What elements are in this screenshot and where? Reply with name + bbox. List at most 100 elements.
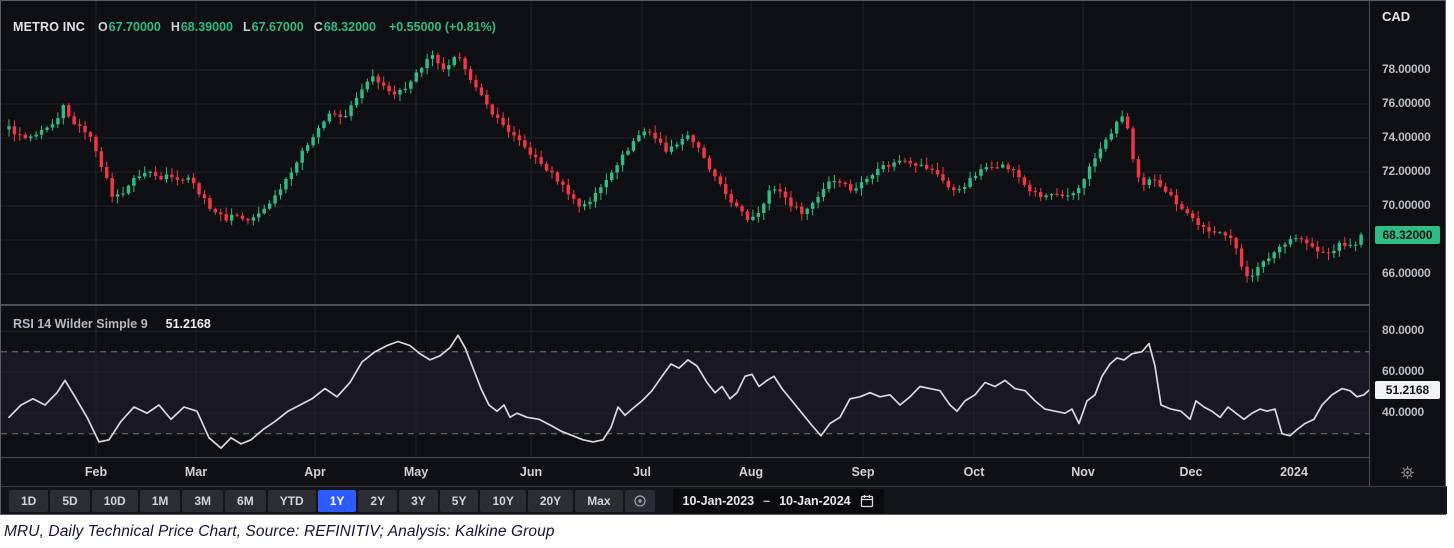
time-axis[interactable]: Feb Mar Apr May Jun Jul Aug Sep Oct Nov Dec 2024 — [1, 458, 1369, 486]
candle-body — [729, 194, 733, 203]
ohlc-item: H68.39000 — [170, 20, 233, 34]
candle-body — [77, 124, 82, 126]
candle-body — [1326, 252, 1331, 254]
price-chart-canvas[interactable] — [1, 1, 1369, 304]
candle-body — [240, 215, 245, 219]
price-tick: 74.00000 — [1382, 130, 1431, 144]
range-button-10d[interactable]: 10D — [91, 489, 138, 512]
candle-body — [1000, 164, 1005, 168]
candle-body — [387, 85, 391, 92]
candle-body — [1261, 261, 1266, 268]
candle-body — [474, 80, 478, 88]
candle-body — [935, 169, 940, 175]
last-price-badge: 68.32000 — [1375, 225, 1440, 244]
range-button-10y[interactable]: 10Y — [480, 489, 526, 512]
range-button-1y[interactable]: 1Y — [317, 489, 357, 512]
candle-body — [772, 189, 777, 191]
candle-body — [979, 169, 983, 176]
candle-body — [506, 124, 511, 132]
candle-body — [718, 176, 723, 185]
candle-body — [105, 167, 109, 179]
range-button-20y[interactable]: 20Y — [527, 489, 574, 512]
rsi-indicator-title: RSI 14 Wilder Simple 9 — [13, 317, 148, 331]
candle-body — [1359, 234, 1363, 245]
candle-body — [604, 180, 608, 188]
range-button-1d[interactable]: 1D — [9, 489, 49, 512]
candle-body — [566, 184, 570, 195]
candle-body — [67, 105, 71, 117]
candle-body — [229, 214, 234, 221]
date-to: 10-Jan-2024 — [779, 493, 851, 508]
range-button-1m[interactable]: 1M — [139, 489, 181, 512]
rsi-band — [1, 351, 1369, 434]
candle-body — [273, 195, 277, 204]
candle-body — [29, 136, 33, 139]
candle-body — [588, 201, 592, 205]
price-panel[interactable]: METRO INC O67.70000 H68.39000 L67.67000 C68… — [1, 1, 1369, 304]
candle-body — [1305, 239, 1309, 244]
calendar-icon[interactable] — [860, 494, 874, 508]
range-button-3y[interactable]: 3Y — [399, 489, 438, 512]
time-axis-label-jun: Jun — [519, 465, 543, 479]
candle-body — [463, 58, 467, 70]
price-tick: 78.00000 — [1382, 62, 1431, 76]
time-axis-label-sep: Sep — [851, 465, 875, 479]
candle-body — [311, 137, 315, 146]
range-button-ytd[interactable]: YTD — [267, 489, 316, 512]
range-button-5d[interactable]: 5D — [50, 489, 90, 512]
candle-body — [1250, 275, 1255, 277]
price-axis-column[interactable]: CAD 78.00000 76.00000 74.00000 72.00000 70.0… — [1370, 1, 1445, 486]
target-icon — [633, 494, 646, 507]
candle-body — [1055, 194, 1059, 196]
axis-settings-button[interactable] — [1370, 458, 1445, 486]
candle-body — [886, 165, 891, 167]
range-button-2y[interactable]: 2Y — [358, 489, 398, 512]
candle-body — [1267, 258, 1271, 262]
candle-body — [202, 194, 207, 199]
rsi-indicator-value: 51.2168 — [165, 317, 211, 331]
candle-body — [1229, 235, 1233, 239]
price-legend: METRO INC O67.70000 H68.39000 L67.67000 C68… — [13, 20, 496, 34]
symbol-name: METRO INC — [13, 20, 85, 34]
currency-selector[interactable]: CAD — [1382, 9, 1423, 24]
range-button-6m[interactable]: 6M — [225, 489, 266, 512]
candle-body — [262, 208, 266, 214]
candle-body — [957, 188, 961, 191]
candle-body — [832, 181, 837, 183]
rsi-panel[interactable]: RSI 14 Wilder Simple 9 51.2168 — [1, 306, 1369, 457]
candle-body — [724, 184, 728, 195]
jump-to-date-button[interactable] — [624, 489, 655, 512]
candle-body — [479, 87, 484, 95]
candle-body — [246, 218, 250, 221]
candle-body — [170, 174, 174, 178]
candle-body — [778, 189, 782, 192]
candle-body — [626, 150, 630, 155]
date-from: 10-Jan-2023 — [682, 493, 755, 508]
candle-body — [159, 175, 163, 180]
candle-body — [72, 116, 76, 125]
candle-body — [1109, 133, 1113, 140]
time-axis-label-apr: Apr — [304, 465, 326, 479]
candle-body — [821, 188, 826, 197]
rsi-tick: 60.0000 — [1382, 364, 1424, 379]
candle-body — [1321, 251, 1325, 253]
chart-widget: METRO INC O67.70000 H68.39000 L67.67000 C68… — [0, 0, 1447, 515]
candle-body — [23, 134, 27, 139]
candle-body — [257, 213, 261, 218]
candle-body — [409, 81, 413, 89]
gear-icon — [1401, 465, 1414, 479]
date-range-picker[interactable]: 10-Jan-2023 – 10-Jan-2024 — [672, 488, 884, 513]
candle-body — [1277, 246, 1282, 253]
range-button-3m[interactable]: 3M — [182, 489, 224, 512]
candle-body — [1153, 179, 1157, 181]
range-button-max[interactable]: Max — [575, 489, 623, 512]
candle-body — [441, 63, 446, 70]
candle-body — [870, 175, 875, 179]
candle-body — [305, 145, 310, 151]
candle-body — [512, 131, 516, 136]
candle-body — [322, 121, 326, 129]
candle-body — [615, 165, 619, 173]
candle-body — [39, 129, 44, 135]
candle-body — [707, 157, 712, 170]
range-button-5y[interactable]: 5Y — [439, 489, 479, 512]
